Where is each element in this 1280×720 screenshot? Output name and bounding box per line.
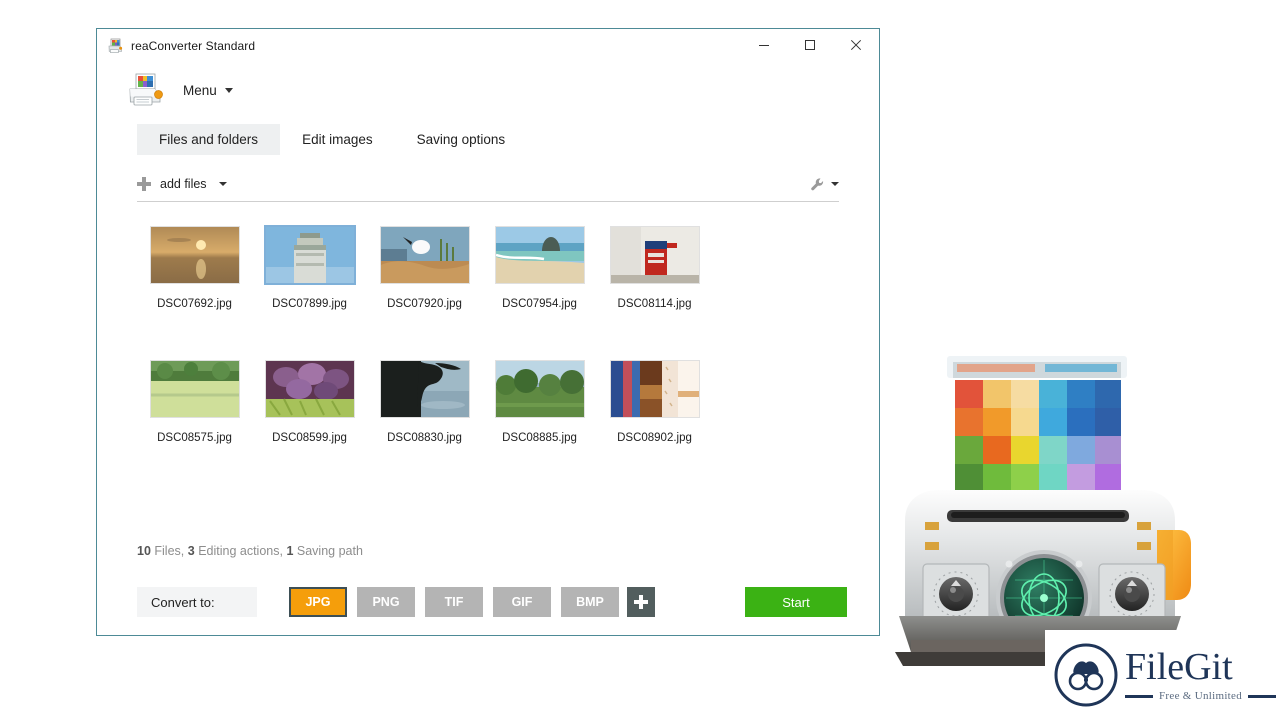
filegit-tagline-row: Free & Unlimited (1125, 690, 1276, 702)
binoculars-in-circle-icon (1051, 640, 1121, 710)
tab-files-and-folders[interactable]: Files and folders (137, 124, 280, 155)
status-files-label: Files, (154, 544, 184, 558)
file-item[interactable]: DSC08830.jpg (367, 354, 482, 444)
menu-row: Menu (97, 62, 879, 106)
file-item[interactable]: DSC08599.jpg (252, 354, 367, 444)
thumbnail-green-landscape[interactable] (496, 361, 584, 417)
thumbnail-lighthouse-tower[interactable] (266, 227, 354, 283)
file-item[interactable]: DSC08885.jpg (482, 354, 597, 444)
file-item[interactable]: DSC07954.jpg (482, 220, 597, 310)
file-item[interactable]: DSC08114.jpg (597, 220, 712, 310)
maximize-icon (804, 39, 816, 51)
file-grid: DSC07692.jpg DSC07899.jpg DSC07920.jpg (137, 220, 737, 444)
file-name: DSC07920.jpg (367, 298, 482, 310)
toolbar-settings-button[interactable] (810, 177, 839, 192)
convert-to-label: Convert to: (137, 587, 257, 617)
app-logo-icon (127, 72, 165, 108)
chevron-down-icon[interactable] (831, 182, 839, 186)
format-button-gif[interactable]: GIF (493, 587, 551, 617)
file-name: DSC08575.jpg (137, 432, 252, 444)
add-files-button[interactable]: add files (137, 177, 227, 191)
add-files-label: add files (160, 177, 207, 191)
screen: reaConverter Standard (0, 0, 1280, 720)
tab-saving-options[interactable]: Saving options (395, 124, 528, 155)
format-button-tif[interactable]: TIF (425, 587, 483, 617)
close-icon (850, 39, 862, 51)
thumbnail-sunset-over-water[interactable] (151, 227, 239, 283)
app-window: reaConverter Standard (96, 28, 880, 636)
filegit-watermark: FileGit Free & Unlimited (1045, 630, 1280, 720)
plus-icon (634, 595, 648, 609)
status-files-count: 10 (137, 544, 151, 558)
files-toolbar: add files (137, 167, 839, 202)
filegit-text-block: FileGit Free & Unlimited (1125, 648, 1276, 702)
close-button[interactable] (833, 29, 879, 61)
status-paths-count: 1 (286, 544, 293, 558)
filegit-brand: FileGit (1125, 648, 1276, 686)
file-name: DSC08114.jpg (597, 298, 712, 310)
format-button-jpg[interactable]: JPG (289, 587, 347, 617)
start-button[interactable]: Start (745, 587, 847, 617)
chevron-down-icon[interactable] (225, 88, 233, 93)
minimize-button[interactable] (741, 29, 787, 61)
format-button-bmp[interactable]: BMP (561, 587, 619, 617)
maximize-button[interactable] (787, 29, 833, 61)
thumbnail-beach-shoreline[interactable] (496, 227, 584, 283)
status-summary: 10 Files, 3 Editing actions, 1 Saving pa… (137, 544, 363, 558)
menu-button[interactable]: Menu (183, 83, 217, 98)
file-name: DSC08902.jpg (597, 432, 712, 444)
tagline-rule-left (1125, 695, 1153, 698)
wrench-icon (810, 177, 825, 192)
filegit-tagline: Free & Unlimited (1159, 690, 1242, 702)
status-paths-label: Saving path (297, 544, 363, 558)
window-controls (741, 29, 879, 61)
file-item[interactable]: DSC08575.jpg (137, 354, 252, 444)
thumbnail-tree-by-lake[interactable] (381, 361, 469, 417)
status-actions-count: 3 (188, 544, 195, 558)
file-item[interactable]: DSC07920.jpg (367, 220, 482, 310)
thumbnail-green-field[interactable] (151, 361, 239, 417)
status-actions-label: Editing actions, (198, 544, 283, 558)
minimize-icon (758, 39, 770, 51)
format-button-png[interactable]: PNG (357, 587, 415, 617)
file-item[interactable]: DSC07899.jpg (252, 220, 367, 310)
file-item[interactable]: DSC08902.jpg (597, 354, 712, 444)
file-name: DSC07692.jpg (137, 298, 252, 310)
thumbnail-fabric-swatches[interactable] (611, 361, 699, 417)
convert-bar: Convert to: JPG PNG TIF GIF BMP Start (137, 587, 843, 617)
file-name: DSC08885.jpg (482, 432, 597, 444)
chevron-down-icon[interactable] (219, 182, 227, 186)
file-item[interactable]: DSC07692.jpg (137, 220, 252, 310)
file-name: DSC08599.jpg (252, 432, 367, 444)
window-title: reaConverter Standard (131, 39, 255, 53)
add-format-button[interactable] (627, 587, 655, 617)
tab-edit-images[interactable]: Edit images (280, 124, 395, 155)
tab-bar: Files and folders Edit images Saving opt… (137, 124, 879, 155)
thumbnail-bird-on-nest[interactable] (381, 227, 469, 283)
file-grid-row: DSC07692.jpg DSC07899.jpg DSC07920.jpg (137, 220, 737, 310)
plus-icon (137, 177, 151, 191)
printer-icon (107, 38, 123, 54)
file-grid-row: DSC08575.jpg DSC08599.jpg DSC08830.jpg (137, 354, 737, 444)
thumbnail-purple-eggplants[interactable] (266, 361, 354, 417)
title-bar: reaConverter Standard (97, 29, 879, 62)
thumbnail-red-exit-box[interactable] (611, 227, 699, 283)
file-name: DSC07954.jpg (482, 298, 597, 310)
tagline-rule-right (1248, 695, 1276, 698)
file-name: DSC08830.jpg (367, 432, 482, 444)
file-name: DSC07899.jpg (252, 298, 367, 310)
